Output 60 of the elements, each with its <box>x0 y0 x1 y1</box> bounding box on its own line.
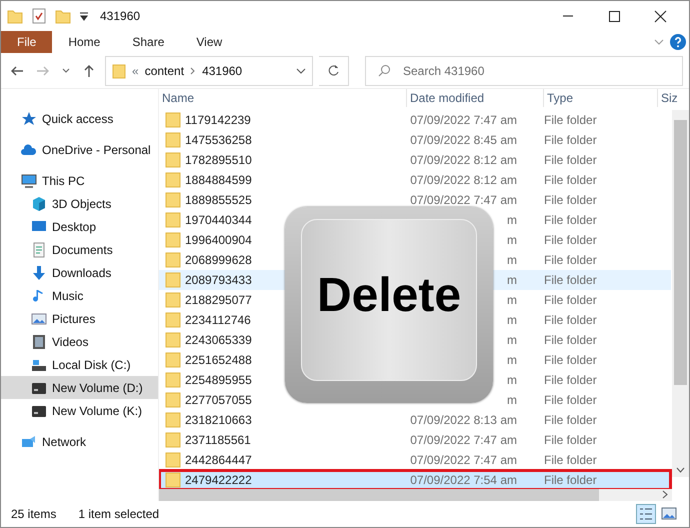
file-type: File folder <box>544 233 597 247</box>
date-modified: 07/09/2022 7:47 am <box>409 452 517 469</box>
window-title: 431960 <box>100 8 140 25</box>
file-type: File folder <box>544 453 597 467</box>
date-modified: m <box>506 232 517 249</box>
file-name: 1782895510 <box>185 152 252 169</box>
date-modified: 07/09/2022 8:12 am <box>409 172 517 189</box>
file-name: 2068999628 <box>185 252 252 269</box>
date-modified: 07/09/2022 7:47 am <box>409 192 517 209</box>
file-type: File folder <box>544 433 597 447</box>
file-type: File folder <box>544 193 597 207</box>
date-modified: m <box>506 212 517 229</box>
file-type: File folder <box>544 113 597 127</box>
file-name: 2277057055 <box>185 392 252 409</box>
file-name: 2371185561 <box>185 432 251 449</box>
file-type: File folder <box>544 293 597 307</box>
file-name: 2479422222 <box>185 472 252 489</box>
file-name: 2188295077 <box>185 292 252 309</box>
file-type: File folder <box>544 393 597 407</box>
date-modified: m <box>506 352 517 369</box>
file-name: 2251652488 <box>185 352 252 369</box>
file-name: 1475536258 <box>185 132 252 149</box>
date-modified: 07/09/2022 7:47 am <box>409 432 517 449</box>
selection-count: 1 item selected <box>78 506 160 523</box>
date-modified: 07/09/2022 8:13 am <box>409 412 517 429</box>
date-modified: m <box>506 392 517 409</box>
file-type: File folder <box>544 373 597 387</box>
file-type: File folder <box>544 173 597 187</box>
file-name: 1970440344 <box>185 212 252 229</box>
date-modified: 07/09/2022 7:47 am <box>409 112 517 129</box>
file-type: File folder <box>544 133 597 147</box>
date-modified: 07/09/2022 8:12 am <box>409 152 517 169</box>
file-name: 1889855525 <box>185 192 252 209</box>
date-modified: m <box>506 272 517 289</box>
file-type: File folder <box>544 353 597 367</box>
file-name: 2318210663 <box>185 412 252 429</box>
file-name: 2243065339 <box>185 332 252 349</box>
file-type: File folder <box>544 273 597 287</box>
date-modified: m <box>506 332 517 349</box>
file-type: File folder <box>544 213 597 227</box>
file-name: 2442864447 <box>185 452 252 469</box>
date-modified: 07/09/2022 8:45 am <box>409 132 517 149</box>
file-name: 2089793433 <box>185 272 252 289</box>
file-type: File folder <box>544 473 597 487</box>
file-type: File folder <box>544 413 597 427</box>
file-type: File folder <box>544 153 597 167</box>
file-name: 2234112746 <box>185 312 251 329</box>
date-modified: m <box>506 372 517 389</box>
date-modified: m <box>506 312 517 329</box>
file-type: File folder <box>544 253 597 267</box>
file-name: 2254895955 <box>185 372 252 389</box>
item-count: 25 items <box>11 506 56 523</box>
file-type: File folder <box>544 333 597 347</box>
file-type: File folder <box>544 313 597 327</box>
date-modified: 07/09/2022 7:54 am <box>409 472 517 489</box>
file-name: 1179142239 <box>185 112 251 129</box>
key-label: Delete <box>316 272 462 320</box>
file-name: 1884884599 <box>185 172 252 189</box>
file-name: 1996400904 <box>185 232 252 249</box>
date-modified: m <box>506 252 517 269</box>
